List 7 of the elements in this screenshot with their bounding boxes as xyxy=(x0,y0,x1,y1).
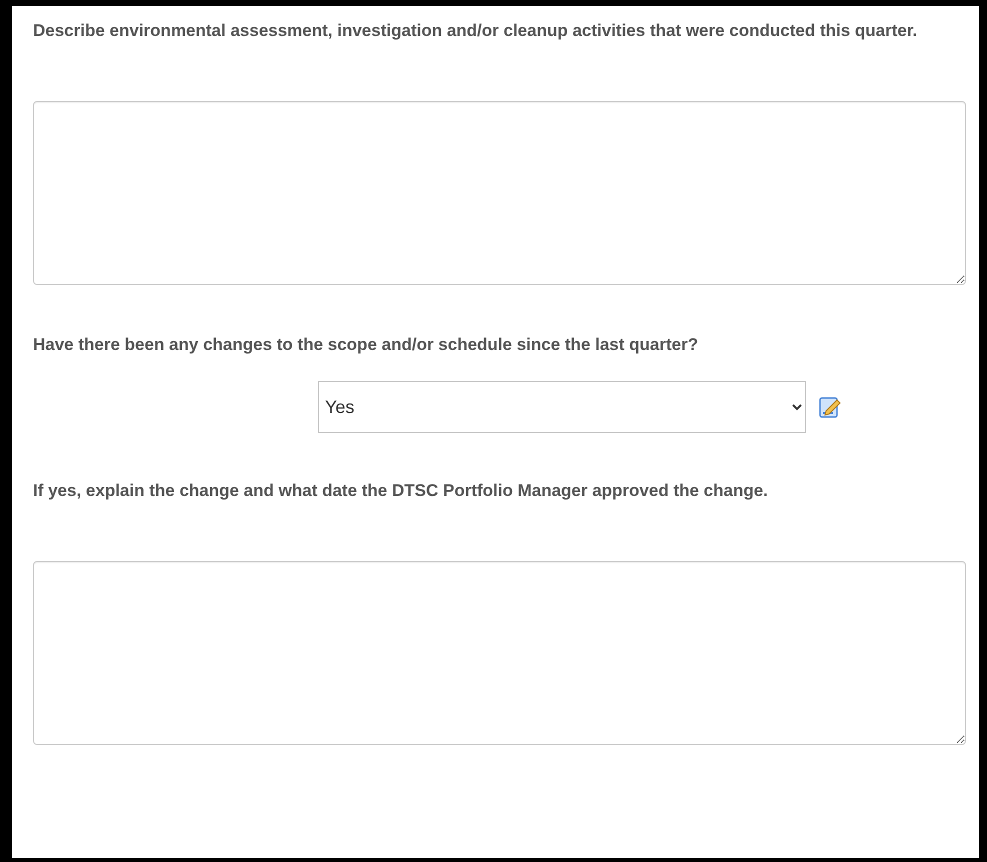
question-label: Describe environmental assessment, investigation and/or cleanup activities that were conducted this quarter. xyxy=(33,20,918,42)
edit-icon[interactable] xyxy=(819,396,841,418)
answer-box[interactable] xyxy=(33,561,966,745)
question-label: If yes, explain the change and what date the DTSC Portfolio Manager approved the change. xyxy=(33,480,769,502)
question-label: Have there been any changes to the scope and/or schedule since the last quarter? xyxy=(33,334,700,356)
dropdown[interactable]: Yes xyxy=(318,381,806,433)
answer-box[interactable] xyxy=(33,101,966,285)
